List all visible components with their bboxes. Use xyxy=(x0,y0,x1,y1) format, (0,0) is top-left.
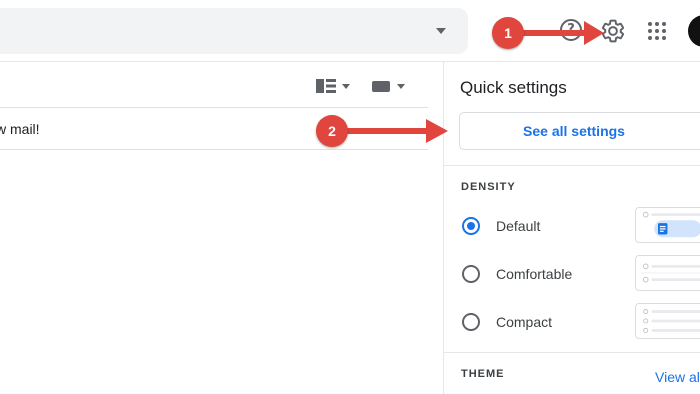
avatar[interactable] xyxy=(688,15,700,47)
density-option-compact[interactable]: Compact xyxy=(444,303,700,343)
split-pane-caret-icon[interactable] xyxy=(342,84,350,89)
radio-compact[interactable] xyxy=(462,313,480,331)
mail-row-text: w mail! xyxy=(0,121,40,137)
search-bar[interactable] xyxy=(0,8,468,54)
density-label: DENSITY xyxy=(461,181,516,193)
default-density-preview xyxy=(635,207,700,243)
quick-settings-panel: Quick settings See all settings DENSITY … xyxy=(443,62,700,394)
density-option-comfortable[interactable]: Comfortable xyxy=(444,255,700,295)
input-tools-caret-icon[interactable] xyxy=(397,84,405,89)
compact-density-preview xyxy=(635,303,700,339)
mail-toolbar xyxy=(0,62,428,108)
view-all-themes-link[interactable]: View al xyxy=(655,369,700,385)
keyboard-icon[interactable] xyxy=(372,81,390,92)
quick-settings-title: Quick settings xyxy=(460,78,567,97)
callout-badge-2: 2 xyxy=(316,115,348,147)
theme-label: THEME xyxy=(461,368,505,380)
search-options-caret-icon[interactable] xyxy=(436,28,446,34)
divider xyxy=(444,165,700,166)
callout-badge-1: 1 xyxy=(492,17,524,49)
density-option-label: Comfortable xyxy=(496,266,573,282)
see-all-settings-button[interactable]: See all settings xyxy=(459,112,700,150)
radio-default[interactable] xyxy=(462,217,480,235)
divider xyxy=(444,352,700,353)
split-pane-icon[interactable] xyxy=(316,79,336,93)
density-option-default[interactable]: Default xyxy=(444,207,700,247)
density-option-label: Compact xyxy=(496,314,553,330)
density-option-label: Default xyxy=(496,218,541,234)
apps-grid-icon[interactable] xyxy=(648,22,666,40)
comfortable-density-preview xyxy=(635,255,700,291)
radio-comfortable[interactable] xyxy=(462,265,480,283)
